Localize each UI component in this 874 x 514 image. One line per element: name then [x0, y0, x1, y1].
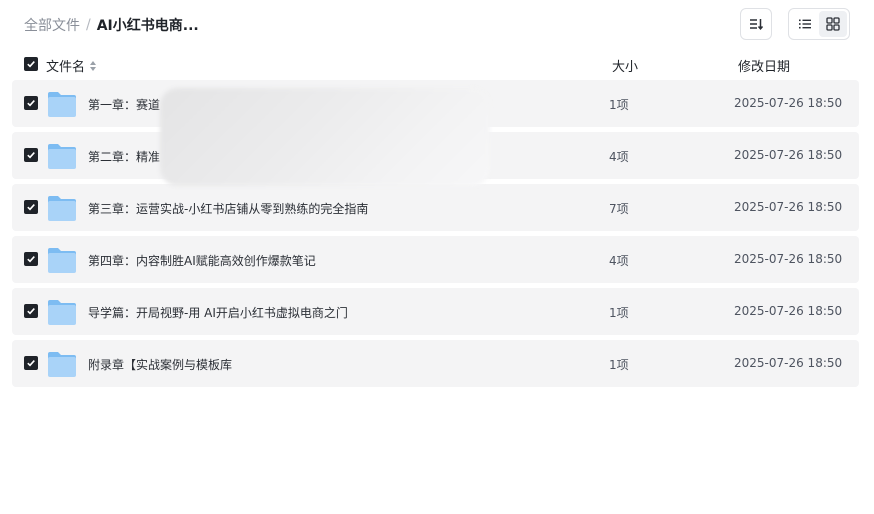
column-header-name[interactable]: 文件名 — [46, 56, 97, 75]
file-name: 第一章：赛道 — [88, 98, 161, 112]
file-size: 1项 — [609, 98, 629, 112]
top-bar: 全部文件 / AI小红书电商... — [0, 0, 874, 48]
folder-icon — [48, 196, 76, 221]
file-date: 2025-07-26 18:50 — [734, 252, 843, 266]
table-row[interactable]: 导学篇：开局视野-用 AI开启小红书虚拟电商之门 1项 2025-07-26 1… — [12, 288, 859, 335]
table-row[interactable]: 第四章：内容制胜AI赋能高效创作爆款笔记 4项 2025-07-26 18:50 — [12, 236, 859, 283]
check-icon — [27, 360, 35, 367]
list-view-button[interactable] — [791, 11, 819, 37]
select-all-checkbox[interactable] — [24, 57, 38, 71]
row-checkbox[interactable] — [24, 304, 38, 318]
file-name: 第三章：运营实战-小红书店铺从零到熟练的完全指南 — [88, 202, 369, 216]
row-checkbox[interactable] — [24, 200, 38, 214]
file-name: 导学篇：开局视野-用 AI开启小红书虚拟电商之门 — [88, 306, 348, 320]
file-size: 7项 — [609, 202, 629, 216]
column-header-date[interactable]: 修改日期 — [738, 56, 790, 75]
file-size: 1项 — [609, 358, 629, 372]
table-row[interactable]: 附录章【实战案例与模板库 1项 2025-07-26 18:50 — [12, 340, 859, 387]
row-checkbox[interactable] — [24, 148, 38, 162]
list-view-icon — [799, 19, 811, 29]
check-icon — [27, 61, 35, 68]
file-size: 4项 — [609, 150, 629, 164]
breadcrumb-current: AI小红书电商... — [96, 18, 199, 34]
row-checkbox[interactable] — [24, 356, 38, 370]
column-header-size[interactable]: 大小 — [612, 56, 638, 75]
check-icon — [27, 204, 35, 211]
check-icon — [27, 308, 35, 315]
redaction-blur — [160, 88, 490, 186]
file-date: 2025-07-26 18:50 — [734, 200, 843, 214]
breadcrumb-root[interactable]: 全部文件 — [24, 15, 80, 35]
sort-icon — [750, 19, 764, 30]
folder-icon — [48, 300, 76, 325]
sort-caret-icon — [89, 60, 97, 72]
row-checkbox[interactable] — [24, 252, 38, 266]
file-size: 1项 — [609, 306, 629, 320]
breadcrumb-separator: / — [86, 17, 91, 33]
check-icon — [27, 100, 35, 107]
file-date: 2025-07-26 18:50 — [734, 96, 843, 110]
file-date: 2025-07-26 18:50 — [734, 148, 843, 162]
check-icon — [27, 256, 35, 263]
grid-view-icon — [826, 17, 840, 31]
table-header: 文件名 大小 修改日期 — [12, 52, 859, 76]
view-toggle — [788, 8, 850, 40]
file-name: 附录章【实战案例与模板库 — [88, 358, 233, 372]
table-row[interactable]: 第三章：运营实战-小红书店铺从零到熟练的完全指南 7项 2025-07-26 1… — [12, 184, 859, 231]
file-date: 2025-07-26 18:50 — [734, 356, 843, 370]
check-icon — [27, 152, 35, 159]
column-name-label: 文件名 — [46, 60, 86, 75]
sort-button[interactable] — [740, 8, 772, 40]
file-name: 第二章：精准 — [88, 150, 161, 164]
file-name: 第四章：内容制胜AI赋能高效创作爆款笔记 — [88, 254, 316, 268]
grid-view-button[interactable] — [819, 11, 847, 37]
folder-icon — [48, 248, 76, 273]
row-checkbox[interactable] — [24, 96, 38, 110]
file-date: 2025-07-26 18:50 — [734, 304, 843, 318]
breadcrumb: 全部文件 / AI小红书电商... — [24, 15, 199, 35]
folder-icon — [48, 144, 76, 169]
file-size: 4项 — [609, 254, 629, 268]
folder-icon — [48, 352, 76, 377]
folder-icon — [48, 92, 76, 117]
